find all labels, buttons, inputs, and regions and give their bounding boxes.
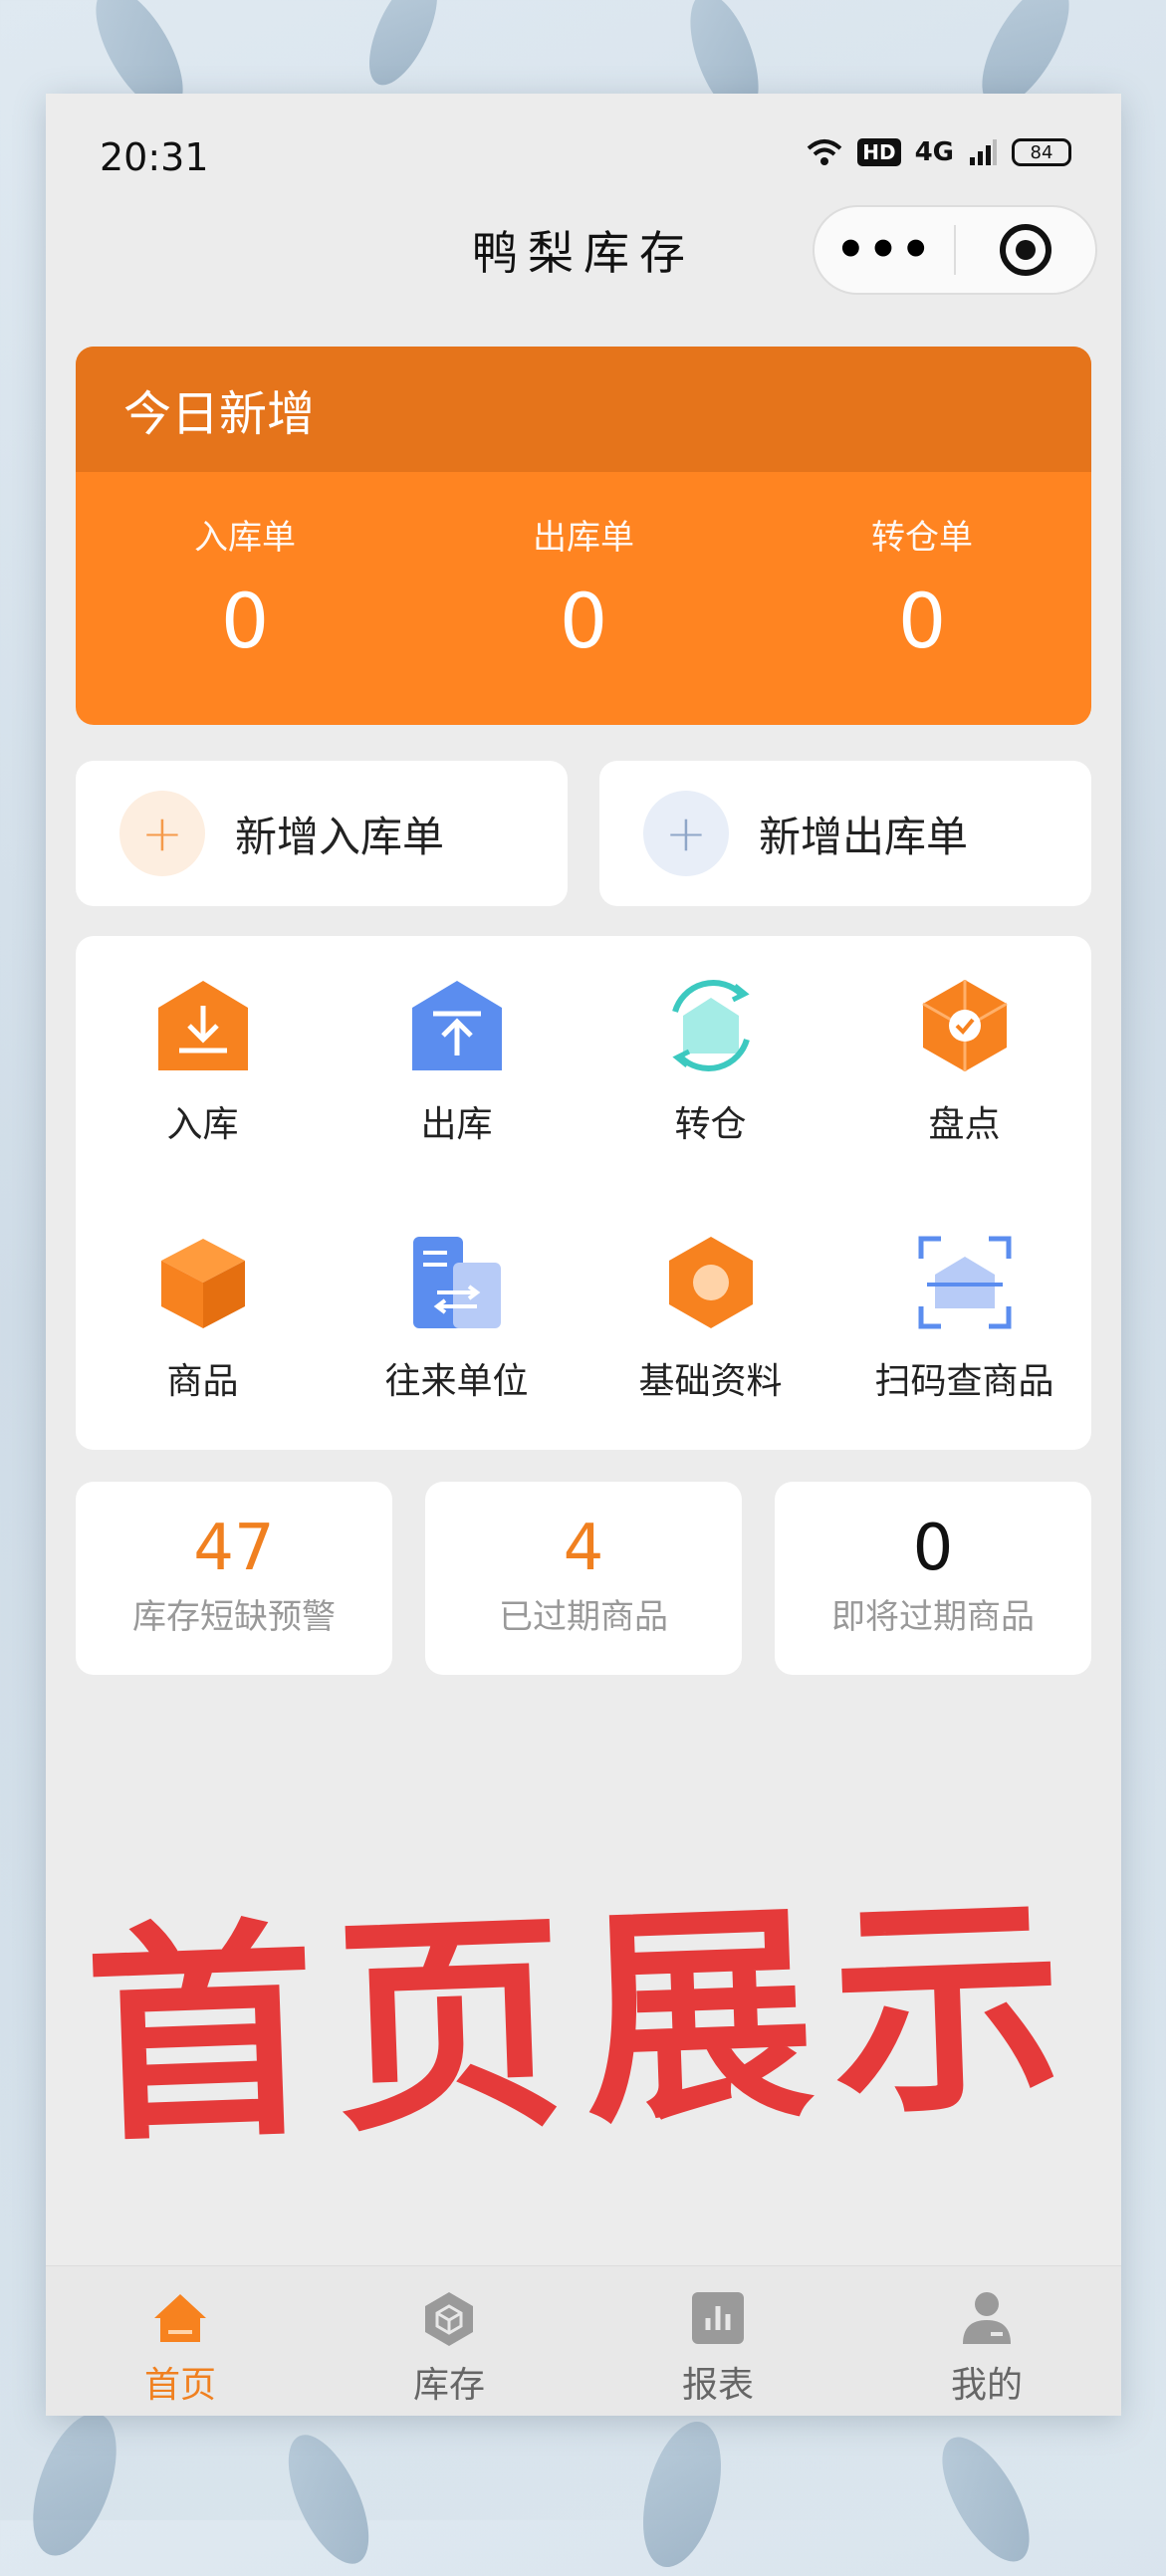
function-grid: 入库 出库 转仓 盘点 商品 往来单位 基础资料 扫码查商品	[76, 936, 1091, 1450]
stat-label: 出库单	[533, 518, 634, 558]
grid-label: 往来单位	[384, 1361, 529, 1402]
metric-value: 4	[563, 1512, 604, 1585]
stocktake-icon	[921, 980, 1008, 1071]
grid-item-transfer[interactable]: 转仓	[583, 976, 837, 1147]
grid-item-outbound[interactable]: 出库	[330, 976, 583, 1147]
background-leaf	[16, 2402, 133, 2567]
new-outbound-button[interactable]: + 新增出库单	[599, 761, 1091, 906]
status-bar: 20:31 HD 4G 84	[46, 94, 1121, 223]
hd-badge: HD	[857, 138, 901, 166]
close-button[interactable]	[956, 224, 1095, 276]
grid-label: 出库	[420, 1104, 493, 1145]
grid-label: 盘点	[928, 1104, 1001, 1145]
stat-label: 入库单	[194, 518, 296, 558]
metric-shortage-warning[interactable]: 47 库存短缺预警	[76, 1482, 392, 1675]
grid-item-partners[interactable]: 往来单位	[330, 1233, 583, 1404]
hexagon-icon	[668, 1237, 753, 1328]
background-leaf	[354, 0, 452, 95]
metric-value: 0	[912, 1512, 954, 1585]
grid-label: 基础资料	[638, 1361, 783, 1402]
today-title: 今日新增	[76, 347, 1091, 472]
status-time: 20:31	[100, 135, 209, 179]
today-stat-inbound[interactable]: 入库单 0	[76, 472, 414, 665]
new-inbound-button[interactable]: + 新增入库单	[76, 761, 568, 906]
quick-action-label: 新增出库单	[759, 812, 969, 861]
background-leaf	[628, 2413, 736, 2576]
tab-label: 首页	[143, 2365, 216, 2406]
bottom-tab-bar: 首页 库存 报表 我的	[46, 2265, 1121, 2416]
tab-label: 库存	[412, 2365, 485, 2406]
signal-label: 4G	[914, 137, 954, 167]
quick-action-label: 新增入库单	[235, 812, 445, 861]
metric-label: 即将过期商品	[831, 1597, 1035, 1637]
overlay-caption: 首页展示	[82, 1869, 1087, 2174]
plus-icon: +	[643, 791, 729, 876]
metric-value: 47	[193, 1512, 275, 1585]
plus-icon: +	[119, 791, 205, 876]
tab-home[interactable]: 首页	[46, 2266, 315, 2416]
grid-label: 扫码查商品	[874, 1361, 1054, 1402]
tab-label: 我的	[950, 2365, 1023, 2406]
more-dots-icon[interactable]: •••	[815, 226, 954, 274]
today-stat-transfer[interactable]: 转仓单 0	[753, 472, 1091, 665]
grid-item-products[interactable]: 商品	[76, 1233, 330, 1404]
background-leaf	[272, 2423, 385, 2576]
home-icon	[154, 2294, 206, 2342]
chart-icon	[692, 2292, 744, 2344]
tab-mine[interactable]: 我的	[852, 2266, 1121, 2416]
metric-expiring-soon[interactable]: 0 即将过期商品	[775, 1482, 1091, 1675]
partner-icon	[412, 1237, 501, 1328]
grid-label: 入库	[166, 1104, 239, 1145]
grid-item-scan-products[interactable]: 扫码查商品	[837, 1233, 1091, 1404]
cube-icon	[425, 2292, 473, 2346]
inbound-icon	[157, 981, 248, 1070]
box-icon	[160, 1239, 245, 1328]
grid-item-basic-data[interactable]: 基础资料	[583, 1233, 837, 1404]
tab-inventory[interactable]: 库存	[315, 2266, 583, 2416]
background-leaf	[925, 2424, 1047, 2575]
today-summary-card: 今日新增 入库单 0 出库单 0 转仓单 0	[76, 347, 1091, 725]
stat-value: 0	[220, 577, 270, 665]
metric-label: 已过期商品	[499, 1597, 668, 1637]
stat-label: 转仓单	[871, 518, 973, 558]
today-stat-outbound[interactable]: 出库单 0	[414, 472, 753, 665]
transfer-icon	[671, 980, 750, 1071]
status-icons: HD 4G 84	[806, 137, 1071, 167]
metric-expired[interactable]: 4 已过期商品	[425, 1482, 742, 1675]
outbound-icon	[411, 981, 502, 1070]
scan-icon	[918, 1236, 1011, 1329]
tab-reports[interactable]: 报表	[583, 2266, 852, 2416]
user-icon	[963, 2292, 1011, 2344]
grid-label: 商品	[166, 1361, 239, 1402]
stat-value: 0	[897, 577, 947, 665]
grid-item-inbound[interactable]: 入库	[76, 976, 330, 1147]
metric-label: 库存短缺预警	[132, 1597, 336, 1637]
tab-label: 报表	[681, 2365, 754, 2406]
phone-screen: 20:31 HD 4G 84 鸭梨库存 ••• 今日新增 入库单 0 出库单 0…	[46, 94, 1121, 2416]
signal-icon	[970, 139, 997, 165]
mini-program-capsule: •••	[813, 205, 1097, 295]
stat-value: 0	[559, 577, 608, 665]
grid-label: 转仓	[674, 1104, 747, 1145]
grid-item-stocktake[interactable]: 盘点	[837, 976, 1091, 1147]
wifi-icon	[807, 139, 842, 165]
battery-icon: 84	[1012, 138, 1071, 166]
target-icon	[1000, 224, 1051, 276]
